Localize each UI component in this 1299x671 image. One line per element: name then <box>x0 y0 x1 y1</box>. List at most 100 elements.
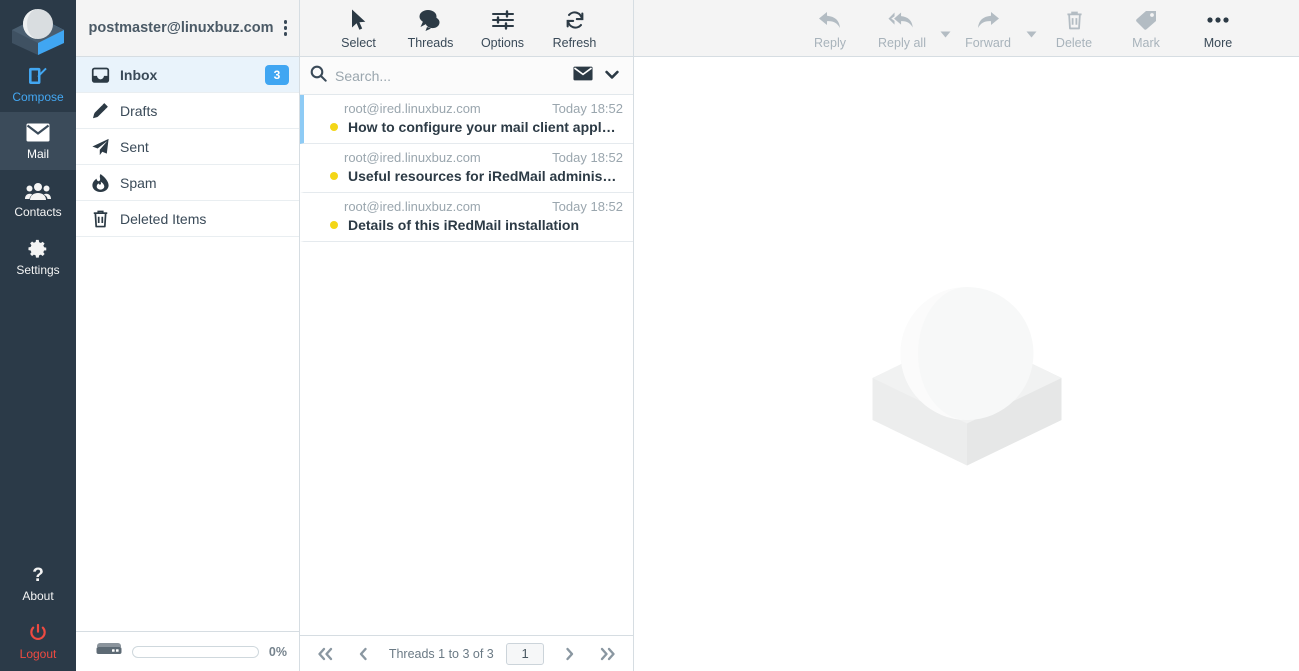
envelope-icon <box>26 122 50 144</box>
table-row[interactable]: root@ired.linuxbuz.com Today 18:52 Usefu… <box>300 144 633 193</box>
options-button-label: Options <box>480 36 525 50</box>
message-from: root@ired.linuxbuz.com <box>344 199 481 214</box>
forward-icon <box>976 8 1000 32</box>
search-bar[interactable] <box>300 57 633 95</box>
unread-dot-icon <box>330 123 338 131</box>
app-root: Compose Mail Contacts Settings ? About L… <box>0 0 1299 671</box>
inbox-icon <box>90 67 110 83</box>
sidebar-item-label-settings: Settings <box>16 262 60 277</box>
last-page-button[interactable] <box>595 641 621 667</box>
table-row[interactable]: root@ired.linuxbuz.com Today 18:52 How t… <box>300 95 633 144</box>
quota-progress-track <box>132 645 259 658</box>
question-mark-icon: ? <box>28 564 48 586</box>
paper-plane-icon <box>90 138 110 156</box>
sidebar-item-label-contacts: Contacts <box>14 204 62 219</box>
roundcube-watermark-logo <box>872 287 1061 466</box>
quota-indicator: 0% <box>76 631 299 671</box>
sidebar-item-compose[interactable]: Compose <box>0 58 76 112</box>
pencil-icon <box>90 102 110 120</box>
unread-count-badge: 3 <box>265 64 289 85</box>
message-subject-row: How to configure your mail client appl… <box>314 119 623 135</box>
gear-icon <box>27 238 49 260</box>
folder-item-drafts[interactable]: Drafts <box>76 93 299 129</box>
forward-group: Forward <box>952 4 1038 54</box>
folder-label-spam: Spam <box>120 174 157 191</box>
contacts-icon <box>25 180 51 202</box>
message-date: Today 18:52 <box>552 199 623 214</box>
folder-item-deleted[interactable]: Deleted Items <box>76 201 299 237</box>
flame-icon <box>90 173 110 192</box>
cursor-arrow-icon <box>351 8 367 32</box>
search-input[interactable] <box>335 67 565 84</box>
sidebar-item-label-compose: Compose <box>12 89 64 104</box>
sliders-icon <box>491 8 515 32</box>
message-subject-row: Useful resources for iRedMail adminis… <box>314 168 623 184</box>
folder-label-drafts: Drafts <box>120 102 158 119</box>
sidebar-item-mail[interactable]: Mail <box>0 112 76 170</box>
prev-page-button[interactable] <box>350 641 376 667</box>
delete-button-label: Delete <box>1055 36 1093 50</box>
message-list: root@ired.linuxbuz.com Today 18:52 How t… <box>300 95 633 635</box>
search-icon <box>310 65 327 87</box>
folder-label-deleted: Deleted Items <box>120 210 207 227</box>
message-toolbar: Reply Reply all Forward Delete Mark More <box>634 0 1299 57</box>
reply-icon <box>818 8 842 32</box>
unread-dot-icon <box>330 221 338 229</box>
pagination-bar: Threads 1 to 3 of 3 <box>300 635 633 671</box>
ellipsis-icon <box>1206 8 1230 32</box>
refresh-button[interactable]: Refresh <box>539 4 611 54</box>
message-from: root@ired.linuxbuz.com <box>344 101 481 116</box>
message-subject: Details of this iRedMail installation <box>348 217 580 233</box>
folder-list-header: postmaster@linuxbuz.com <box>76 0 299 57</box>
chevron-down-icon[interactable] <box>605 67 619 85</box>
delete-button[interactable]: Delete <box>1038 4 1110 54</box>
sidebar-item-label-mail: Mail <box>26 146 49 161</box>
folder-item-sent[interactable]: Sent <box>76 129 299 165</box>
sidebar-item-logout[interactable]: Logout <box>0 613 76 671</box>
kebab-dot <box>283 32 287 36</box>
message-subject-row: Details of this iRedMail installation <box>314 217 623 233</box>
task-menu-rail: Compose Mail Contacts Settings ? About L… <box>0 0 76 671</box>
refresh-icon <box>564 8 586 32</box>
reply-all-caret-icon[interactable] <box>938 4 952 54</box>
compose-icon <box>27 65 49 87</box>
mark-button[interactable]: Mark <box>1110 4 1182 54</box>
forward-button-label: Forward <box>965 36 1011 50</box>
reply-all-button-label: Reply all <box>878 36 926 50</box>
sidebar-item-settings[interactable]: Settings <box>0 228 76 286</box>
first-page-button[interactable] <box>312 641 338 667</box>
kebab-dot <box>283 26 287 30</box>
unread-dot-icon <box>330 172 338 180</box>
reply-all-group: Reply all <box>866 4 952 54</box>
options-button[interactable]: Options <box>467 4 539 54</box>
sidebar-item-contacts[interactable]: Contacts <box>0 170 76 228</box>
reply-all-button[interactable]: Reply all <box>866 4 938 54</box>
quota-percent-label: 0% <box>268 644 287 659</box>
forward-caret-icon[interactable] <box>1024 4 1038 54</box>
message-subject: How to configure your mail client appl… <box>348 119 616 135</box>
account-name: postmaster@linuxbuz.com <box>88 20 274 36</box>
table-row[interactable]: root@ired.linuxbuz.com Today 18:52 Detai… <box>300 193 633 242</box>
message-date: Today 18:52 <box>552 150 623 165</box>
more-button[interactable]: More <box>1182 4 1254 54</box>
folder-item-spam[interactable]: Spam <box>76 165 299 201</box>
folder-list-column: postmaster@linuxbuz.com Inbox 3 Drafts S… <box>76 0 300 671</box>
roundcube-logo <box>0 0 76 58</box>
folder-item-inbox[interactable]: Inbox 3 <box>76 57 299 93</box>
folder-label-inbox: Inbox <box>120 66 158 83</box>
message-list-toolbar: Select Threads Options Refresh <box>300 0 633 57</box>
message-meta: root@ired.linuxbuz.com Today 18:52 <box>314 199 623 214</box>
forward-button[interactable]: Forward <box>952 4 1024 54</box>
sidebar-item-about[interactable]: ? About <box>0 555 76 613</box>
select-button[interactable]: Select <box>323 4 395 54</box>
envelope-filled-icon[interactable] <box>573 66 593 86</box>
next-page-button[interactable] <box>557 641 583 667</box>
trash-icon <box>90 210 110 228</box>
message-from: root@ired.linuxbuz.com <box>344 150 481 165</box>
reply-button[interactable]: Reply <box>794 4 866 54</box>
page-number-input[interactable] <box>506 642 545 665</box>
sidebar-item-label-logout: Logout <box>19 646 57 661</box>
threads-button[interactable]: Threads <box>395 4 467 54</box>
threads-button-label: Threads <box>407 36 454 50</box>
kebab-menu-icon[interactable] <box>282 16 290 40</box>
